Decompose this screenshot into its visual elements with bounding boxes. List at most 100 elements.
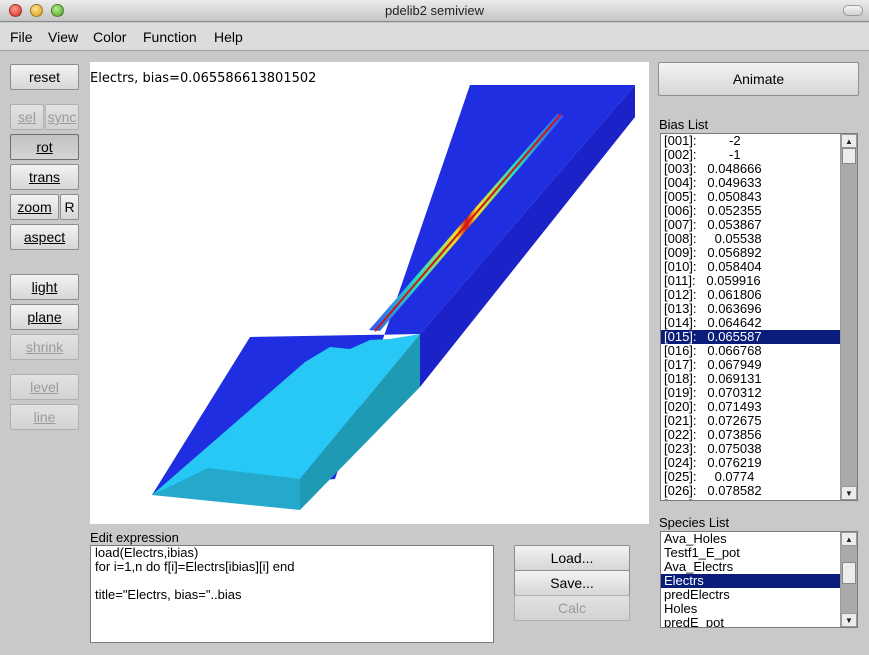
menu-help[interactable]: Help [214,29,243,45]
bias-list-rows: [001]: -2 [002]: -1 [003]: 0.048666 [004]: … [661,134,840,501]
bias-list-label: Bias List [659,117,709,132]
reset-zoom-button[interactable]: R [60,194,79,220]
species-list-item[interactable]: Electrs [661,574,840,588]
animate-label: Animate [732,71,785,87]
sync-label: sync [47,109,77,125]
species-list-item[interactable]: predElectrs [661,588,840,602]
level-button[interactable]: level [10,374,79,400]
bias-list-item[interactable]: [012]: 0.061806 [661,288,840,302]
bias-list-item[interactable]: [021]: 0.072675 [661,414,840,428]
expression-line: load(Electrs,ibias) [95,545,199,560]
trans-button[interactable]: trans [10,164,79,190]
bias-list-item[interactable]: [003]: 0.048666 [661,162,840,176]
species-list-scrollbar[interactable]: ▲ ▼ [840,532,857,627]
menu-function[interactable]: Function [143,29,197,45]
scroll-up-arrow-icon[interactable]: ▲ [841,134,857,148]
bias-list-item[interactable]: [009]: 0.056892 [661,246,840,260]
load-label: Load... [550,550,594,566]
species-list-label: Species List [659,515,730,530]
rot-button[interactable]: rot [10,134,79,160]
bias-list-item[interactable]: [013]: 0.063696 [661,302,840,316]
trans-label: trans [28,169,61,185]
bias-list-item[interactable]: [015]: 0.065587 [661,330,840,344]
species-list-item[interactable]: Ava_Electrs [661,560,840,574]
expression-line [95,574,489,588]
light-button[interactable]: light [10,274,79,300]
bias-list-item[interactable]: [024]: 0.076219 [661,456,840,470]
bias-list-item[interactable]: [023]: 0.075038 [661,442,840,456]
bias-list-item[interactable]: [010]: 0.058404 [661,260,840,274]
bias-list-item[interactable]: [019]: 0.070312 [661,386,840,400]
scroll-down-arrow-icon[interactable]: ▼ [841,613,857,627]
bias-list-item[interactable]: [011]: 0.059916 [661,274,840,288]
menu-file[interactable]: File [10,29,33,45]
calc-label: Calc [557,600,586,616]
bias-list-item[interactable]: [001]: -2 [661,134,840,148]
species-list-item[interactable]: Testf1_E_pot [661,546,840,560]
expression-line: for i=1,n do f[i]=Electrs[ibias][i] end [95,559,295,574]
r-label: R [64,199,75,215]
window-title: pdelib2 semiview [385,3,484,18]
bias-list-item[interactable]: [008]: 0.05538 [661,232,840,246]
bias-list-item[interactable]: [014]: 0.064642 [661,316,840,330]
bias-list-item[interactable]: [026]: 0.078582 [661,484,840,498]
species-list[interactable]: Ava_Holes Testf1_E_pot Ava_Electrs Electrs p… [660,531,858,628]
species-list-item[interactable]: Ava_Holes [661,532,840,546]
expression-editor[interactable]: load(Electrs,ibias) for i=1,n do f[i]=Ele… [90,545,494,643]
bias-list-item[interactable]: [002]: -1 [661,148,840,162]
line-button[interactable]: line [10,404,79,430]
line-label: line [33,409,56,425]
save-label: Save... [550,575,594,591]
bias-list-item[interactable]: [025]: 0.0774 [661,470,840,484]
sync-button[interactable]: sync [45,104,79,130]
bias-list-item[interactable]: [022]: 0.073856 [661,428,840,442]
bias-list-item[interactable]: [016]: 0.066768 [661,344,840,358]
menu-bar: File View Color Function Help [0,23,869,51]
rot-label: rot [36,139,53,155]
title-bar: pdelib2 semiview [0,0,869,22]
bias-list-item[interactable]: [004]: 0.049633 [661,176,840,190]
bias-list-scrollbar[interactable]: ▲ ▼ [840,134,857,500]
bias-list-item[interactable]: [027]: 0.079763 [661,498,840,501]
species-list-item[interactable]: predE_pot [661,616,840,628]
scrollbar-track[interactable] [841,148,857,486]
zoom-button[interactable]: zoom [10,194,59,220]
menu-view[interactable]: View [48,29,78,45]
level-label: level [30,379,59,395]
species-list-rows: Ava_Holes Testf1_E_pot Ava_Electrs Electrs p… [661,532,840,628]
bias-list-item[interactable]: [007]: 0.053867 [661,218,840,232]
save-button[interactable]: Save... [514,570,630,596]
bias-list-item[interactable]: [020]: 0.071493 [661,400,840,414]
edit-expression-label: Edit expression [90,530,179,545]
scrollbar-thumb[interactable] [842,148,856,164]
zoom-label: zoom [17,199,52,215]
expression-line: title="Electrs, bias="..bias [95,587,242,602]
plot-title: Electrs, bias=0.065586613801502 [90,71,317,86]
plot-viewport[interactable]: Electrs, bias=0.065586613801502 [90,62,649,524]
bias-list[interactable]: [001]: -2 [002]: -1 [003]: 0.048666 [004]: … [660,133,858,501]
species-list-item[interactable]: Holes [661,602,840,616]
aspect-label: aspect [23,229,66,245]
toolbar-toggle-button[interactable] [843,5,863,16]
sel-label: sel [18,109,36,125]
animate-button[interactable]: Animate [658,62,859,96]
aspect-button[interactable]: aspect [10,224,79,250]
bias-list-item[interactable]: [017]: 0.067949 [661,358,840,372]
light-label: light [31,279,58,295]
menu-color[interactable]: Color [93,29,126,45]
bias-list-item[interactable]: [018]: 0.069131 [661,372,840,386]
sel-button[interactable]: sel [10,104,44,130]
plane-button[interactable]: plane [10,304,79,330]
scrollbar-thumb[interactable] [842,562,856,584]
calc-button[interactable]: Calc [514,595,630,621]
load-button[interactable]: Load... [514,545,630,571]
reset-label: reset [28,69,61,85]
scroll-down-arrow-icon[interactable]: ▼ [841,486,857,500]
scroll-up-arrow-icon[interactable]: ▲ [841,532,857,546]
bias-list-item[interactable]: [006]: 0.052355 [661,204,840,218]
reset-button[interactable]: reset [10,64,79,90]
scrollbar-track[interactable] [841,546,857,613]
bias-list-item[interactable]: [005]: 0.050843 [661,190,840,204]
plot-3d-surface [152,85,635,510]
shrink-button[interactable]: shrink [10,334,79,360]
